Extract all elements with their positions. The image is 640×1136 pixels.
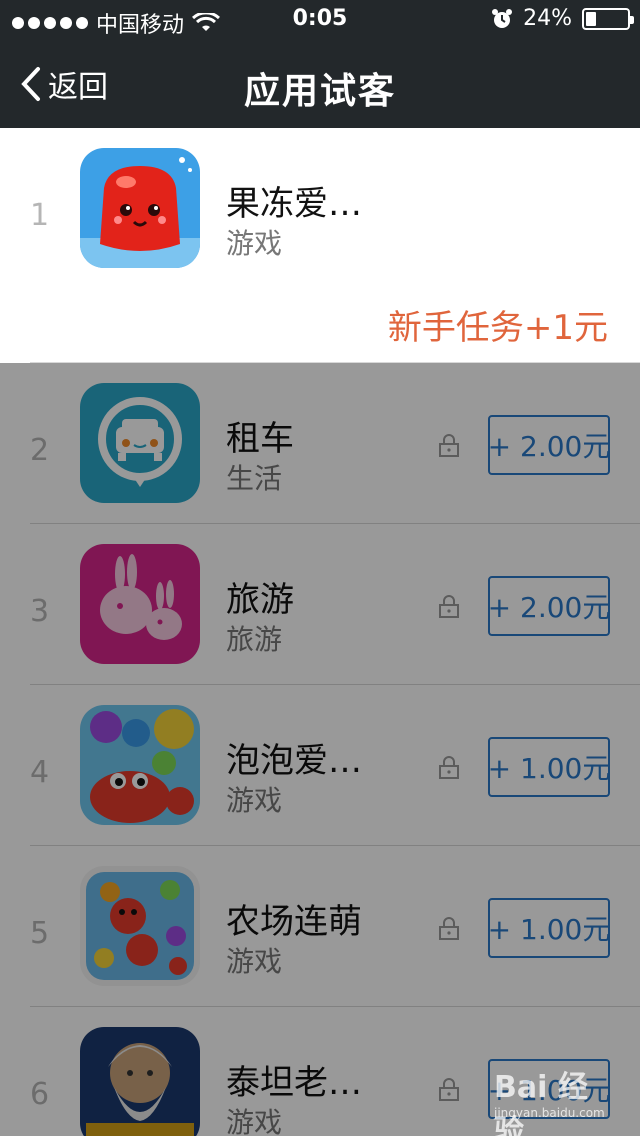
lock-icon xyxy=(438,594,460,618)
navigation-bar: 返回 应用试客 xyxy=(0,40,640,128)
list-item[interactable]: 2 租车 生活 + 2.00元 xyxy=(0,363,640,524)
reward-button[interactable]: + 1.00元 xyxy=(488,898,610,958)
app-name: 泰坦老… xyxy=(226,1063,362,1103)
reward-button[interactable]: + 1.00元 xyxy=(488,737,610,797)
watermark-url: jingyan.baidu.com xyxy=(494,1106,605,1120)
rank-number: 4 xyxy=(30,755,50,790)
list-item[interactable]: 5 农场连萌 游戏 + 1.00元 xyxy=(0,846,640,1007)
car-rental-icon xyxy=(80,383,200,503)
lock-icon xyxy=(438,433,460,457)
rank-number: 5 xyxy=(30,916,50,951)
list-item[interactable]: 3 旅游 旅游 + 2.00元 xyxy=(0,524,640,685)
reward-button[interactable]: + 2.00元 xyxy=(488,576,610,636)
slots-game-icon xyxy=(80,1027,200,1136)
app-name: 泡泡爱… xyxy=(226,741,362,781)
app-category: 游戏 xyxy=(226,227,283,260)
reward-button[interactable]: + 2.00元 xyxy=(488,415,610,475)
jelly-game-icon xyxy=(80,148,200,268)
battery-percent: 24% xyxy=(523,6,572,31)
app-name: 租车 xyxy=(226,419,294,459)
app-category: 旅游 xyxy=(226,623,283,656)
app-name: 旅游 xyxy=(226,580,294,620)
lock-icon xyxy=(438,1077,460,1101)
app-category: 游戏 xyxy=(226,784,283,817)
rank-number: 6 xyxy=(30,1077,50,1112)
status-bar: 中国移动 0:05 24% xyxy=(0,0,640,40)
lock-icon xyxy=(438,916,460,940)
rank-number: 2 xyxy=(30,433,50,468)
app-name: 果冻爱… xyxy=(226,184,362,224)
app-name: 农场连萌 xyxy=(226,902,362,942)
top-bar: 中国移动 0:05 24% 返回 应用试客 xyxy=(0,0,640,128)
novice-task-reward[interactable]: 新手任务+1元 xyxy=(388,300,608,349)
rank-number: 3 xyxy=(30,594,50,629)
app-task-list: 1 果冻爱… 游戏 新手任务+1元 2 租车 生活 + 2.00元 3 旅游 旅… xyxy=(0,128,640,1136)
list-item[interactable]: 4 泡泡爱… 游戏 + 1.00元 xyxy=(0,685,640,846)
app-category: 游戏 xyxy=(226,1106,283,1136)
lock-icon xyxy=(438,755,460,779)
alarm-icon xyxy=(491,8,513,30)
baidu-watermark: Bai 经验 jingyan.baidu.com xyxy=(490,1062,608,1136)
bubble-game-icon xyxy=(80,705,200,825)
page-title: 应用试客 xyxy=(243,71,396,112)
app-category: 游戏 xyxy=(226,945,283,978)
watermark-brand: Bai 经验 xyxy=(494,1070,588,1136)
rank-number: 1 xyxy=(30,198,50,233)
battery-icon xyxy=(582,7,634,30)
list-item[interactable]: 1 果冻爱… 游戏 新手任务+1元 xyxy=(0,128,640,363)
app-category: 生活 xyxy=(226,462,283,495)
travel-rabbit-icon xyxy=(80,544,200,664)
farm-game-icon xyxy=(80,866,200,986)
